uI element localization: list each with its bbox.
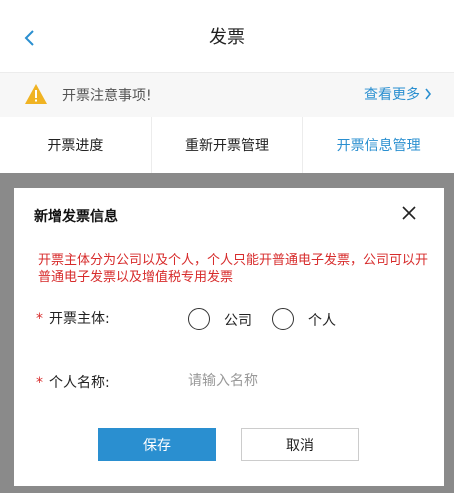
name-input[interactable] xyxy=(188,369,388,393)
required-mark: * xyxy=(36,311,43,327)
radio-individual-label[interactable]: 个人 xyxy=(308,310,336,330)
tab-invoice-info-management[interactable]: 开票信息管理 xyxy=(303,117,454,173)
back-button[interactable] xyxy=(14,22,46,54)
app-header: 发票 xyxy=(0,0,454,72)
dialog-tip: 开票主体分为公司以及个人，个人只能开普通电子发票，公司可以开普通电子发票以及增值… xyxy=(38,253,429,285)
radio-company-label[interactable]: 公司 xyxy=(224,310,252,330)
back-icon xyxy=(24,30,34,46)
view-more-label: 查看更多 xyxy=(364,87,420,103)
close-icon[interactable] xyxy=(400,204,418,222)
view-more-link[interactable]: 查看更多 xyxy=(364,84,432,104)
notice-bar: 开票注意事项! 查看更多 xyxy=(0,72,454,118)
radio-company[interactable] xyxy=(188,308,210,330)
tab-invoice-progress[interactable]: 开票进度 xyxy=(0,117,152,173)
tab-bar: 开票进度 重新开票管理 开票信息管理 xyxy=(0,117,454,173)
name-label-row: * 个人名称: xyxy=(36,372,110,392)
required-mark: * xyxy=(36,375,43,391)
dialog-title: 新增发票信息 xyxy=(34,209,118,225)
subject-label: 开票主体: xyxy=(49,311,110,327)
cancel-button[interactable]: 取消 xyxy=(241,428,359,461)
radio-individual[interactable] xyxy=(272,308,294,330)
add-invoice-dialog: 新增发票信息 开票主体分为公司以及个人，个人只能开普通电子发票，公司可以开普通电… xyxy=(14,188,444,486)
notice-text: 开票注意事项! xyxy=(62,88,152,104)
page-title: 发票 xyxy=(209,27,245,48)
subject-label-row: * 开票主体: xyxy=(36,308,110,328)
chevron-right-icon xyxy=(425,88,432,100)
warning-icon xyxy=(25,84,47,104)
save-button[interactable]: 保存 xyxy=(98,428,216,461)
tab-reissue-management[interactable]: 重新开票管理 xyxy=(152,117,304,173)
name-label: 个人名称: xyxy=(49,375,110,391)
